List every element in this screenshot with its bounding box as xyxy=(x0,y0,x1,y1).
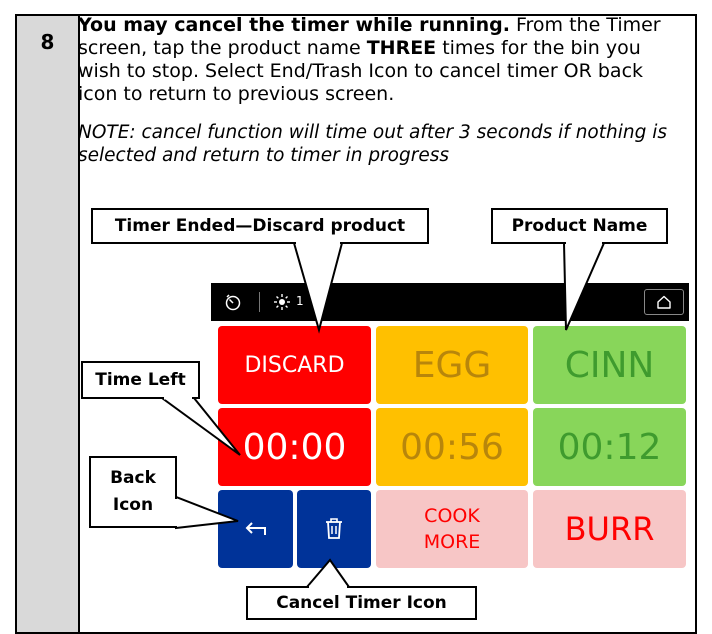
brightness-icon[interactable] xyxy=(273,293,291,311)
status-value: 1 xyxy=(296,294,304,308)
status-divider xyxy=(259,292,260,312)
discard-label: DISCARD xyxy=(244,352,345,378)
trash-icon xyxy=(326,518,342,539)
cook-more-line2: MORE xyxy=(423,531,481,553)
cinn-tile[interactable]: CINN xyxy=(533,326,686,404)
callout-back-icon-line1: Back xyxy=(110,468,156,488)
burr-tile[interactable]: BURR xyxy=(533,490,686,568)
timer-icon[interactable] xyxy=(224,293,242,311)
step-note: NOTE: cancel function will time out afte… xyxy=(78,122,667,166)
egg-timer-tile[interactable]: 00:56 xyxy=(376,408,528,486)
instruction-emphasis: THREE xyxy=(366,37,437,59)
egg-label: EGG xyxy=(412,344,492,386)
cinn-label: CINN xyxy=(564,344,655,386)
discard-tile[interactable]: DISCARD xyxy=(218,326,371,404)
callout-back-icon: Back Icon xyxy=(89,456,177,528)
home-icon xyxy=(657,295,671,309)
callout-back-icon-line2: Icon xyxy=(112,495,154,515)
callout-timer-ended: Timer Ended—Discard product xyxy=(91,208,429,244)
cinn-time: 00:12 xyxy=(557,426,662,468)
burr-label: BURR xyxy=(564,510,655,548)
back-button[interactable] xyxy=(218,490,293,568)
cinn-timer-tile[interactable]: 00:12 xyxy=(533,408,686,486)
step-number-column: 8 xyxy=(17,16,80,632)
back-arrow-icon xyxy=(245,522,266,535)
callout-cancel-timer-icon: Cancel Timer Icon xyxy=(246,586,477,620)
discard-time: 00:00 xyxy=(242,426,347,468)
callout-time-left: Time Left xyxy=(81,361,200,399)
step-number: 8 xyxy=(40,30,55,54)
instruction-heading: You may cancel the timer while running. xyxy=(78,14,510,36)
egg-tile[interactable]: EGG xyxy=(376,326,528,404)
home-button[interactable] xyxy=(644,289,684,315)
device-status-bar: 1 xyxy=(211,283,689,321)
cancel-timer-button[interactable] xyxy=(297,490,371,568)
callout-product-name: Product Name xyxy=(491,208,668,244)
cook-more-line1: COOK xyxy=(424,505,480,527)
egg-time: 00:56 xyxy=(400,426,504,468)
discard-timer-tile[interactable]: 00:00 xyxy=(218,408,371,486)
cook-more-tile[interactable]: COOK MORE xyxy=(376,490,528,568)
step-instruction: You may cancel the timer while running. … xyxy=(78,14,668,106)
